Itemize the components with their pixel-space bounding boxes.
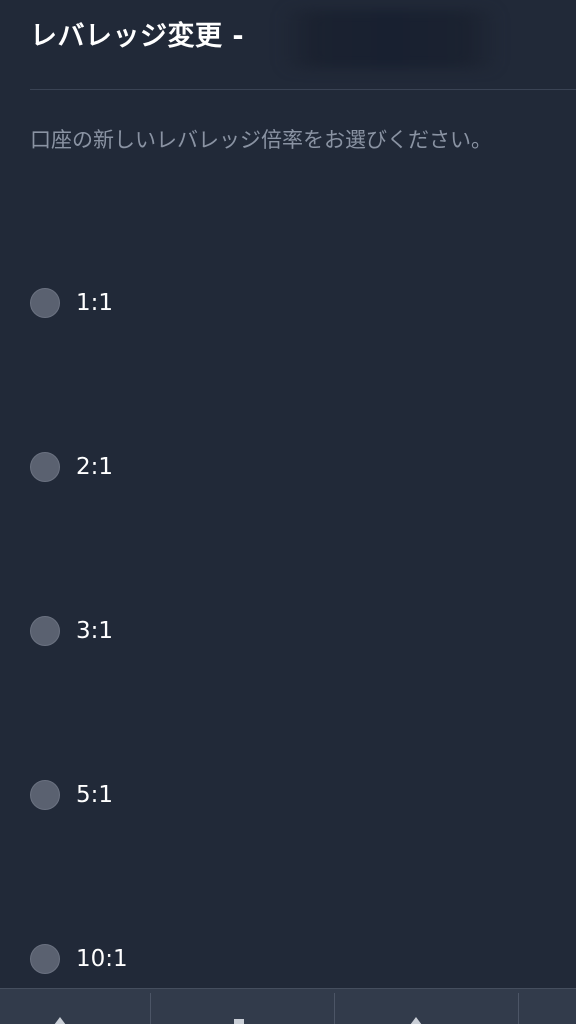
header: レバレッジ変更 - [0, 0, 576, 90]
radio-button[interactable] [30, 452, 60, 482]
option-label: 10:1 [76, 946, 128, 972]
triangle-icon[interactable] [410, 1017, 422, 1024]
radio-button[interactable] [30, 780, 60, 810]
bar-separator [150, 993, 151, 1024]
option-label: 3:1 [76, 618, 114, 644]
leverage-option-10-1[interactable]: 10:1 [0, 929, 576, 989]
leverage-option-2-1[interactable]: 2:1 [0, 437, 576, 497]
bar-separator [334, 993, 335, 1024]
redacted-account-name [280, 10, 500, 68]
header-divider [30, 89, 576, 90]
bottom-navigation-bar [0, 988, 576, 1024]
leverage-option-5-1[interactable]: 5:1 [0, 765, 576, 825]
option-label: 2:1 [76, 454, 114, 480]
instruction-text: 口座の新しいレバレッジ倍率をお選びください。 [30, 128, 492, 152]
option-label: 5:1 [76, 782, 114, 808]
radio-button[interactable] [30, 944, 60, 974]
leverage-change-screen: レバレッジ変更 - 口座の新しいレバレッジ倍率をお選びください。 1:1 2:1… [0, 0, 576, 1024]
up-arrow-icon[interactable] [54, 1017, 66, 1024]
square-icon[interactable] [234, 1019, 244, 1024]
option-label: 1:1 [76, 290, 114, 316]
radio-button[interactable] [30, 616, 60, 646]
page-title: レバレッジ変更 - [30, 21, 245, 52]
leverage-option-1-1[interactable]: 1:1 [0, 273, 576, 333]
leverage-option-3-1[interactable]: 3:1 [0, 601, 576, 661]
bar-separator [518, 993, 519, 1024]
radio-button[interactable] [30, 288, 60, 318]
